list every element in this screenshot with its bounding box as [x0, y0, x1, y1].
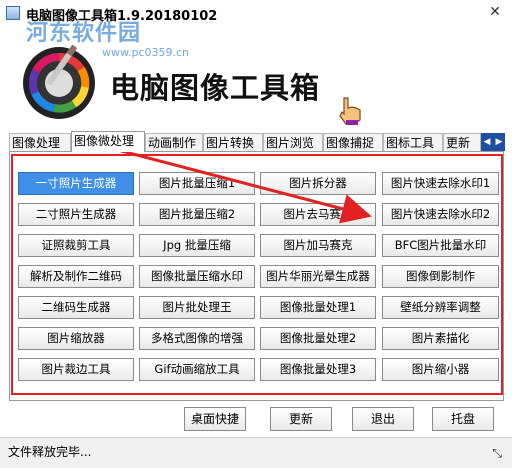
- tool-button[interactable]: 一寸照片生成器: [18, 172, 134, 195]
- tool-button[interactable]: Jpg 批量压缩: [139, 234, 255, 257]
- tray-button[interactable]: 托盘: [432, 407, 494, 431]
- tool-button[interactable]: 二寸照片生成器: [18, 203, 134, 226]
- tool-button[interactable]: 证照裁剪工具: [18, 234, 134, 257]
- update-button[interactable]: 更新: [270, 407, 332, 431]
- tool-button[interactable]: 图片快速去除水印2: [382, 203, 499, 226]
- tab-scroll-buttons: ◀ ▶: [481, 133, 505, 151]
- tool-button[interactable]: BFC图片批量水印: [382, 234, 499, 257]
- app-icon: [6, 6, 20, 20]
- tool-button[interactable]: 图片批处理王: [139, 296, 255, 319]
- tool-button[interactable]: 图像批量压缩水印: [139, 265, 255, 288]
- exit-button[interactable]: 退出: [352, 407, 414, 431]
- hand-pointer-icon: [339, 97, 361, 125]
- close-button[interactable]: ✕: [486, 4, 504, 20]
- tool-button[interactable]: 图像批量处理3: [260, 358, 376, 381]
- tool-button[interactable]: 图片批量压缩1: [139, 172, 255, 195]
- desktop-shortcut-button[interactable]: 桌面快捷: [184, 407, 246, 431]
- tool-button[interactable]: 图片华丽光晕生成器: [260, 265, 376, 288]
- tool-button[interactable]: 解析及制作二维码: [18, 265, 134, 288]
- tool-button[interactable]: 图片缩小器: [382, 358, 499, 381]
- tab-image-processing[interactable]: 图像处理: [9, 133, 71, 151]
- tool-button[interactable]: 壁纸分辨率调整: [382, 296, 499, 319]
- resize-grip-icon[interactable]: ⤡: [492, 446, 502, 461]
- tool-button[interactable]: 图片批量压缩2: [139, 203, 255, 226]
- status-bar: 文件释放完毕... ⤡: [0, 437, 512, 468]
- tool-button[interactable]: 图片快速去除水印1: [382, 172, 499, 195]
- tool-button[interactable]: 图片加马赛克: [260, 234, 376, 257]
- tab-bar: 图像处理 图像微处理 动画制作 图片转换 图片浏览 图像捕捉 图标工具 更新 ◀…: [9, 131, 505, 152]
- tool-button[interactable]: Gif动画缩放工具: [139, 358, 255, 381]
- tab-image-convert[interactable]: 图片转换: [203, 133, 263, 151]
- tool-button[interactable]: 图片去马赛克: [260, 203, 376, 226]
- tool-button[interactable]: 图片缩放器: [18, 327, 134, 350]
- tool-button[interactable]: 图像批量处理2: [260, 327, 376, 350]
- tool-button[interactable]: 图片裁边工具: [18, 358, 134, 381]
- palette-logo-icon: [23, 44, 95, 119]
- tab-icon-tools[interactable]: 图标工具: [383, 133, 443, 151]
- tab-update[interactable]: 更新: [443, 133, 481, 151]
- tab-image-browse[interactable]: 图片浏览: [263, 133, 323, 151]
- tab-scroll-right-icon[interactable]: ▶: [493, 133, 505, 151]
- tab-image-capture[interactable]: 图像捕捉: [323, 133, 383, 151]
- tab-animation[interactable]: 动画制作: [145, 133, 203, 151]
- status-text: 文件释放完毕...: [8, 445, 92, 459]
- tab-image-micro-processing[interactable]: 图像微处理: [71, 131, 145, 152]
- tool-button[interactable]: 多格式图像的增强: [139, 327, 255, 350]
- tab-scroll-left-icon[interactable]: ◀: [481, 133, 493, 151]
- tool-button[interactable]: 图像倒影制作: [382, 265, 499, 288]
- tool-button[interactable]: 图片拆分器: [260, 172, 376, 195]
- watermark-url: www.pc0359.cn: [102, 46, 190, 59]
- tool-button[interactable]: 图片素描化: [382, 327, 499, 350]
- app-title: 电脑图像工具箱: [110, 71, 321, 105]
- tool-button[interactable]: 图像批量处理1: [260, 296, 376, 319]
- tool-button[interactable]: 二维码生成器: [18, 296, 134, 319]
